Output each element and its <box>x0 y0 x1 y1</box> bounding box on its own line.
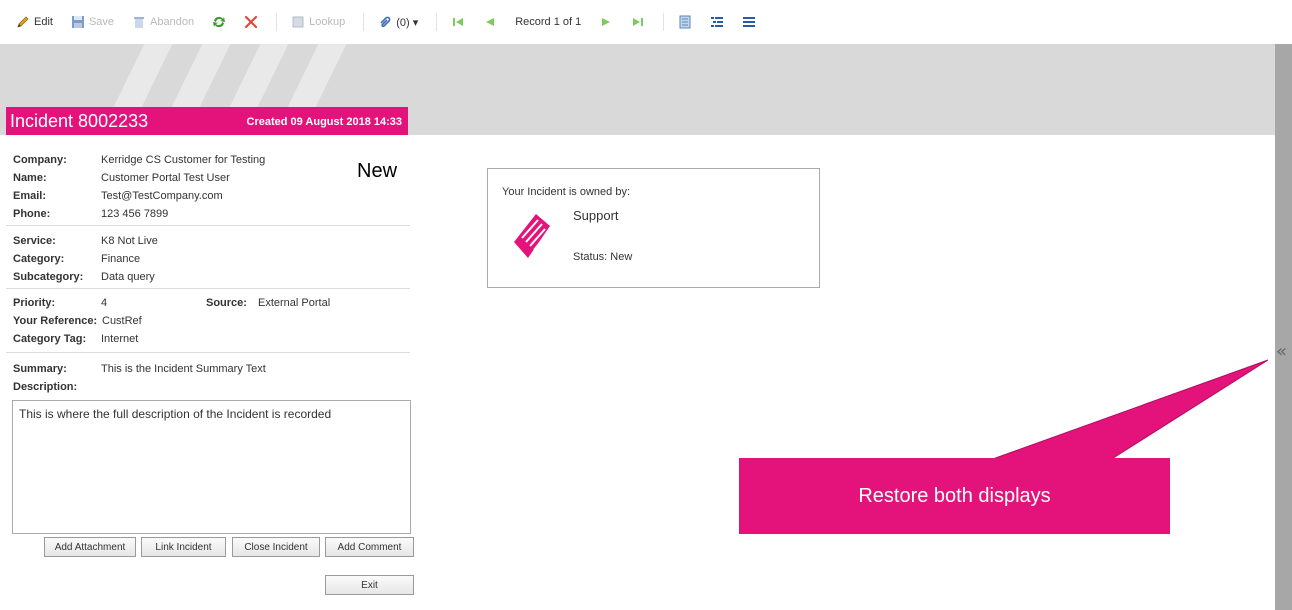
owner-status: Status: New <box>573 251 633 263</box>
save-label: Save <box>88 16 115 28</box>
toolbar-divider <box>276 13 278 31</box>
service-value: K8 Not Live <box>101 235 158 247</box>
close-icon <box>244 15 258 29</box>
source-label: Source: <box>206 297 247 309</box>
owner-label: Your Incident is owned by: <box>502 186 631 198</box>
attachments-count: (0) ▾ <box>396 16 419 29</box>
next-record-icon <box>602 18 611 26</box>
owner-name: Support <box>573 208 619 223</box>
reference-label: Your Reference: <box>13 315 98 327</box>
first-record-button[interactable] <box>451 15 465 29</box>
add-attachment-button[interactable]: Add Attachment <box>44 537 136 557</box>
last-record-button[interactable] <box>631 15 645 29</box>
next-record-button[interactable] <box>599 15 613 29</box>
paperclip-icon <box>380 16 391 28</box>
company-label: Company: <box>13 154 67 166</box>
subcategory-value: Data query <box>101 271 155 283</box>
toolbar: Edit Save Abandon Lookup (0) ▾ Record 1 … <box>0 0 1292 44</box>
view-tree-button[interactable] <box>710 15 724 29</box>
reference-value: CustRef <box>102 315 142 327</box>
record-indicator: Record 1 of 1 <box>515 16 582 28</box>
abandon-button[interactable]: Abandon <box>132 15 194 29</box>
abandon-icon <box>134 17 145 28</box>
priority-value: 4 <box>101 297 108 309</box>
priority-label: Priority: <box>13 297 56 309</box>
incident-status: New <box>357 160 398 182</box>
company-logo-icon <box>514 214 550 258</box>
lookup-button[interactable]: Lookup <box>291 15 345 29</box>
refresh-icon <box>213 16 226 28</box>
single-view-icon <box>679 15 691 29</box>
tree-view-icon <box>711 17 724 27</box>
name-label: Name: <box>13 172 47 184</box>
edit-label: Edit <box>34 16 53 28</box>
add-comment-button[interactable]: Add Comment <box>325 537 414 557</box>
view-list-button[interactable] <box>742 15 756 29</box>
exit-button[interactable]: Exit <box>325 575 414 595</box>
close-incident-button[interactable]: Close Incident <box>232 537 320 557</box>
summary-label: Summary: <box>13 363 67 375</box>
list-view-icon <box>743 17 756 27</box>
save-icon <box>71 16 84 28</box>
company-value: Kerridge CS Customer for Testing <box>101 154 266 166</box>
attachments-button[interactable]: (0) ▾ <box>378 15 418 29</box>
email-value: Test@TestCompany.com <box>101 190 223 202</box>
link-incident-button[interactable]: Link Incident <box>141 537 226 557</box>
email-label: Email: <box>13 190 47 202</box>
lookup-label: Lookup <box>309 16 346 28</box>
owner-card: Your Incident is owned by: Support Statu… <box>487 168 820 288</box>
category-value: Finance <box>101 253 141 265</box>
save-button[interactable]: Save <box>71 15 114 29</box>
callout-box: Restore both displays <box>739 458 1170 534</box>
toolbar-divider <box>363 13 365 31</box>
category-tag-label: Category Tag: <box>13 333 87 345</box>
phone-label: Phone: <box>13 208 51 220</box>
description-textarea[interactable]: This is where the full description of th… <box>12 400 411 534</box>
toolbar-divider <box>436 13 438 31</box>
summary-value: This is the Incident Summary Text <box>101 363 266 375</box>
first-record-icon <box>453 18 464 26</box>
toolbar-divider <box>663 13 665 31</box>
name-value: Customer Portal Test User <box>101 172 230 184</box>
subcategory-label: Subcategory: <box>13 271 84 283</box>
collapsed-sidebar[interactable] <box>1275 44 1292 610</box>
description-label: Description: <box>13 381 78 393</box>
category-tag-value: Internet <box>101 333 139 345</box>
pencil-icon <box>17 16 29 28</box>
service-label: Service: <box>13 235 56 247</box>
incident-created-date: Created 09 August 2018 14:33 <box>246 116 403 128</box>
phone-value: 123 456 7899 <box>101 208 169 220</box>
lookup-icon <box>292 16 304 28</box>
incident-header: Incident 8002233 Created 09 August 2018 … <box>6 107 408 135</box>
last-record-icon <box>633 18 644 26</box>
abandon-label: Abandon <box>150 16 195 28</box>
category-label: Category: <box>13 253 65 265</box>
source-value: External Portal <box>258 297 331 309</box>
edit-button[interactable]: Edit <box>16 15 53 29</box>
prev-record-icon <box>486 18 495 26</box>
incident-title: Incident 8002233 <box>10 111 149 131</box>
view-single-button[interactable] <box>678 15 692 29</box>
prev-record-button[interactable] <box>483 15 497 29</box>
delete-button[interactable] <box>244 15 258 29</box>
restore-panels-button[interactable]: « <box>1276 341 1287 362</box>
refresh-button[interactable] <box>212 15 226 29</box>
